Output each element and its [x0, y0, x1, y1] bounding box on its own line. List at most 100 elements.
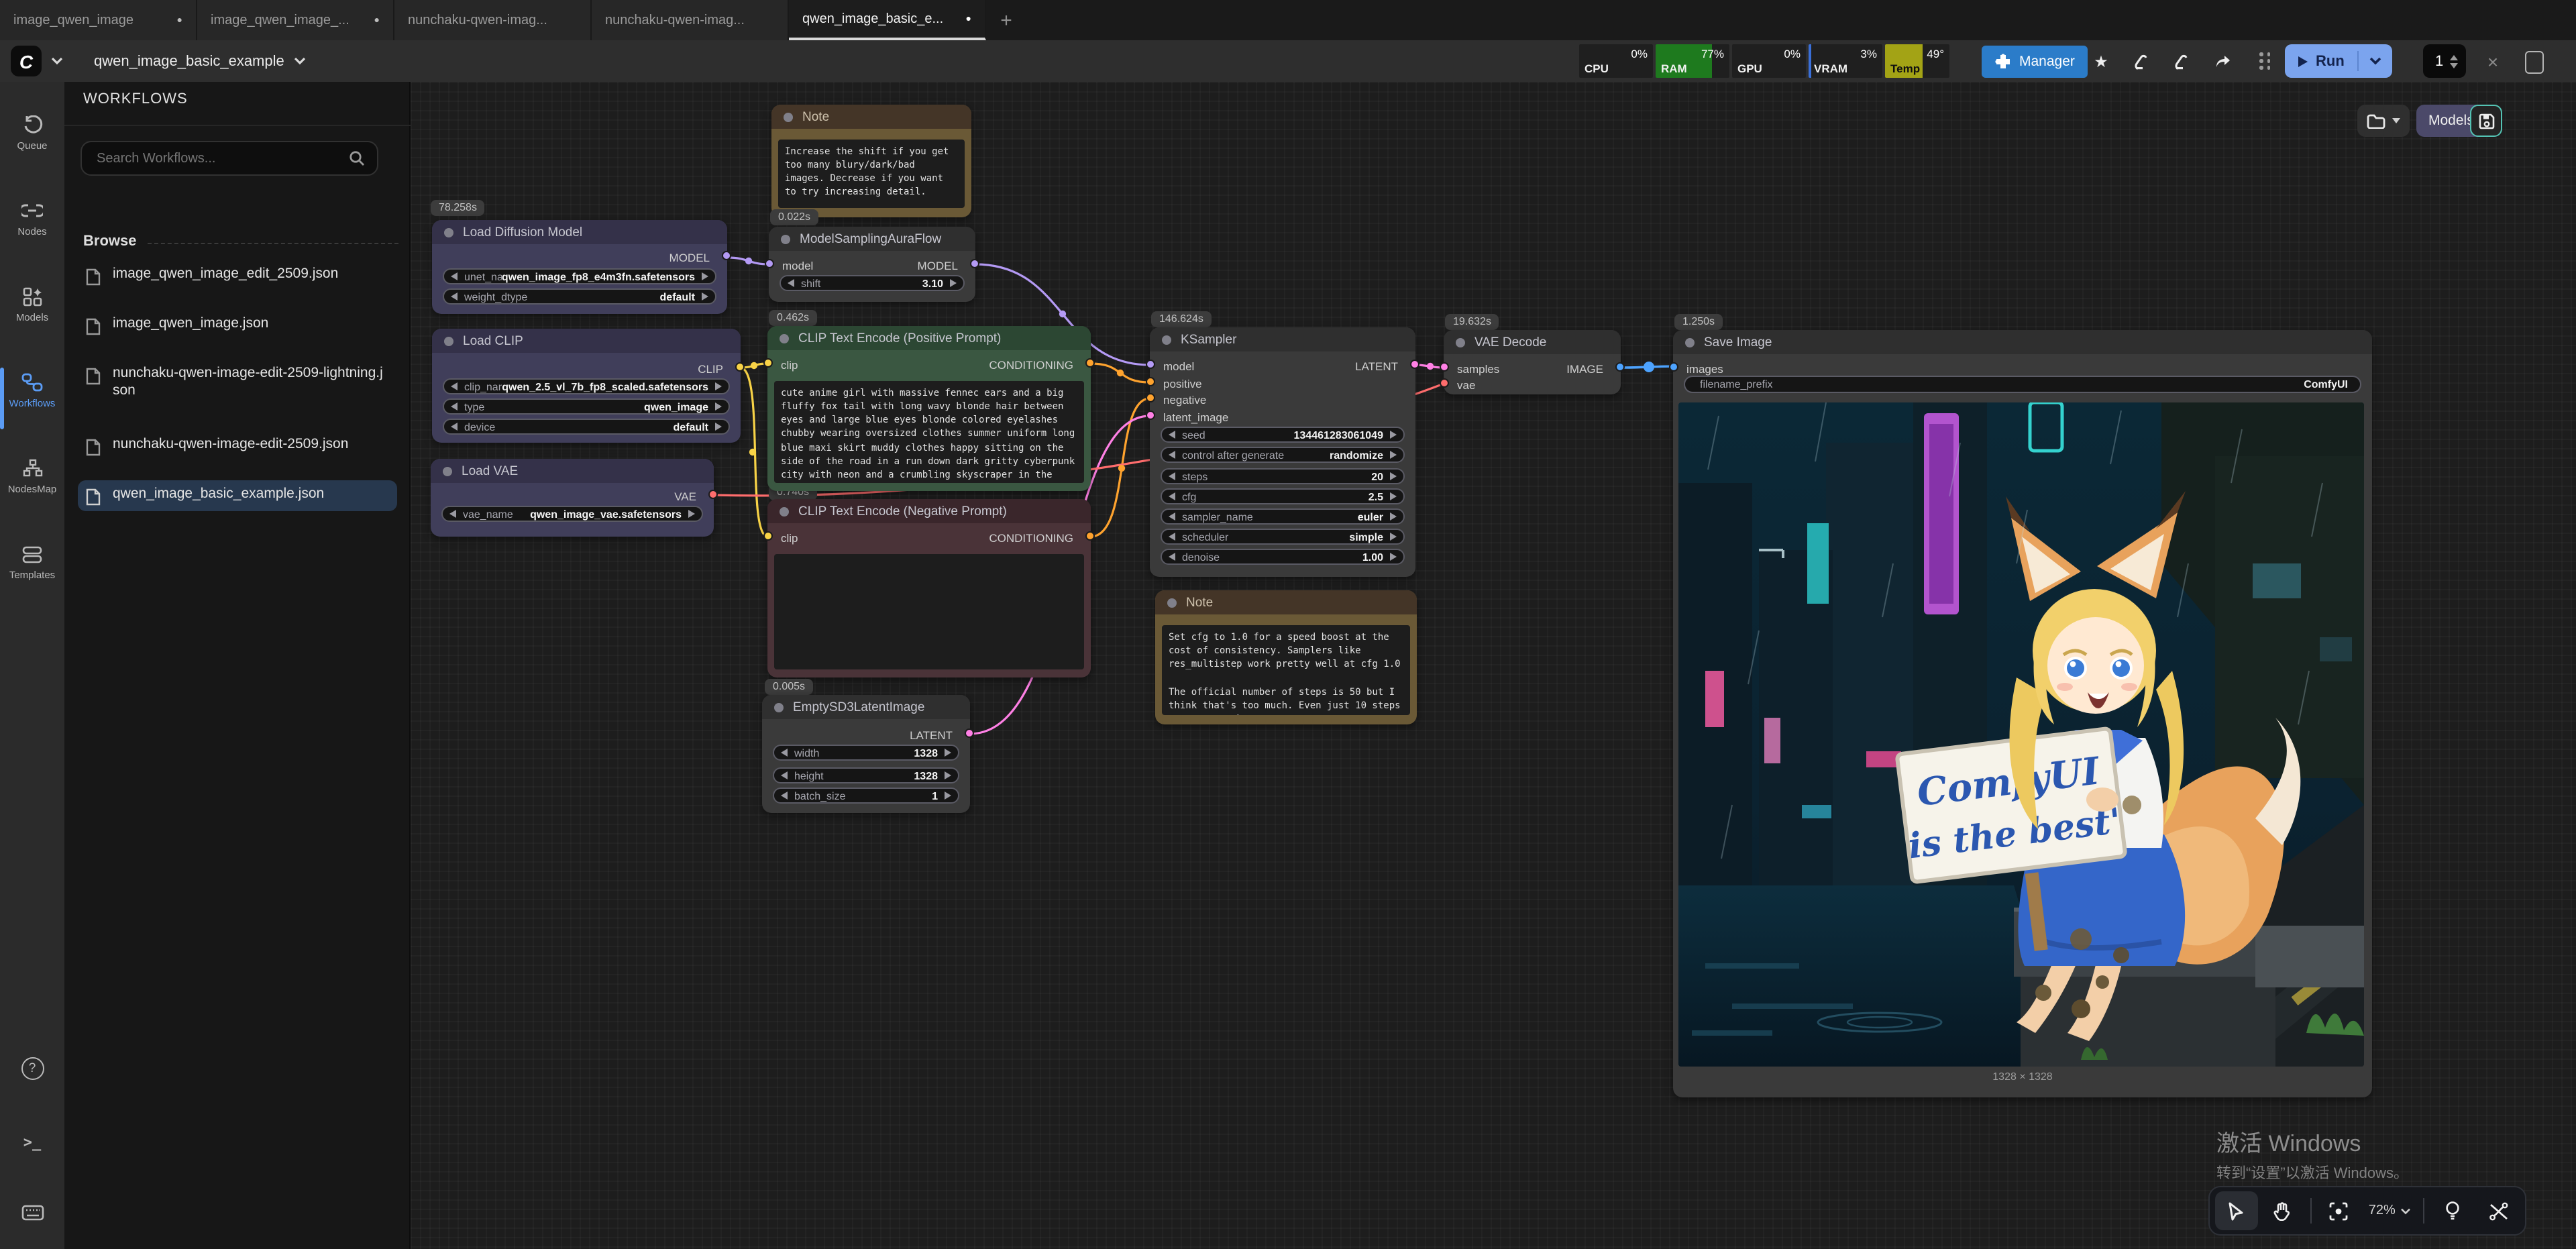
workflow-name-menu[interactable]: qwen_image_basic_example [94, 40, 306, 82]
output-pin-latent[interactable] [1410, 360, 1419, 369]
collapse-dot-icon[interactable] [780, 506, 789, 516]
widget-clip-name[interactable]: clip_name qwen_2.5_vl_7b_fp8_scaled.safe… [443, 378, 730, 394]
node-header[interactable]: CLIP Text Encode (Positive Prompt) [767, 326, 1091, 350]
widget-vae-name[interactable]: vae_name qwen_image_vae.safetensors [441, 506, 703, 522]
workflow-file-item[interactable]: image_qwen_image_edit_2509.json [78, 260, 397, 291]
sidebar-item-queue[interactable]: Queue [0, 113, 64, 152]
collapse-dot-icon[interactable] [781, 234, 790, 243]
queue-panel-toggle-button[interactable] [2525, 51, 2544, 74]
output-pin-image[interactable] [1615, 362, 1625, 372]
output-pin-model[interactable] [722, 251, 731, 260]
node-header[interactable]: EmptySD3LatentImage [762, 695, 970, 719]
batch-count-stepper[interactable]: 1 [2423, 44, 2466, 78]
help-button[interactable]: ? [0, 1056, 64, 1080]
node-load-vae[interactable]: Load VAE VAE vae_name qwen_image_vae.saf… [431, 459, 714, 537]
stepper-arrows[interactable] [2450, 54, 2458, 68]
node-note-cfg[interactable]: Note Set cfg to 1.0 for a speed boost at… [1155, 590, 1417, 724]
widget-device[interactable]: device default [443, 419, 730, 435]
output-pin-conditioning[interactable] [1085, 358, 1095, 368]
shortcuts-button[interactable] [0, 1201, 64, 1225]
positive-prompt-textarea[interactable]: cute anime girl with massive fennec ears… [774, 381, 1084, 483]
comfyui-logo[interactable]: C [11, 46, 42, 76]
node-header[interactable]: VAE Decode [1444, 330, 1621, 354]
node-ksampler[interactable]: KSampler model positive negative latent_… [1150, 327, 1415, 577]
node-model-sampling-auraflow[interactable]: ModelSamplingAuraFlow model MODEL shift … [769, 227, 975, 302]
node-clip-text-encode-positive[interactable]: CLIP Text Encode (Positive Prompt) clip … [767, 326, 1091, 491]
input-pin-positive[interactable] [1146, 377, 1155, 386]
workflow-file-item[interactable]: nunchaku-qwen-image-edit-2509-lightning.… [78, 360, 397, 406]
workflow-file-item[interactable]: image_qwen_image.json [78, 310, 397, 341]
collapse-dot-icon[interactable] [1456, 337, 1465, 347]
browse-section-label[interactable]: Browse [83, 233, 137, 250]
collapse-dot-icon[interactable] [1167, 598, 1177, 607]
collapse-dot-icon[interactable] [444, 227, 453, 237]
search-input[interactable] [94, 150, 349, 167]
sidebar-item-nodes[interactable]: Nodes [0, 199, 64, 237]
fit-view-button[interactable] [2318, 1191, 2361, 1230]
workflow-file-item[interactable]: nunchaku-qwen-image-edit-2509.json [78, 431, 397, 461]
clean-cache-button[interactable] [2164, 46, 2199, 78]
sidebar-item-workflows-active[interactable]: Workflows [0, 370, 64, 409]
toggle-theme-button[interactable] [2432, 1191, 2475, 1230]
input-pin-images[interactable] [1669, 362, 1678, 372]
tab-nunchaku[interactable]: nunchaku-qwen-imag... [592, 0, 789, 40]
favorites-star-button[interactable]: ★ [2084, 46, 2118, 78]
widget-scheduler[interactable]: scheduler simple [1161, 529, 1405, 545]
widget-steps[interactable]: steps 20 [1161, 468, 1405, 484]
interrupt-button[interactable]: × [2475, 46, 2510, 78]
widget-sampler-name[interactable]: sampler_name euler [1161, 508, 1405, 525]
tab-nunchaku-lightning[interactable]: nunchaku-qwen-imag... [394, 0, 592, 40]
widget-width[interactable]: width 1328 [773, 745, 959, 761]
tab-qwen-image-basic-example-active[interactable]: qwen_image_basic_e... ● [789, 0, 986, 40]
widget-weight-dtype[interactable]: weight_dtype default [443, 288, 716, 305]
node-vae-decode[interactable]: VAE Decode samples vae IMAGE [1444, 330, 1621, 394]
output-pin-model[interactable] [970, 259, 979, 268]
input-pin-clip[interactable] [763, 358, 773, 368]
new-tab-button[interactable]: + [986, 0, 1026, 40]
clean-vram-button[interactable] [2124, 46, 2159, 78]
input-pin-model[interactable] [765, 259, 774, 268]
widget-control-after-generate[interactable]: control after generate randomize [1161, 447, 1405, 463]
node-header[interactable]: Load Diffusion Model [432, 220, 727, 244]
node-save-image[interactable]: Save Image images filename_prefix ComfyU… [1673, 330, 2372, 1097]
widget-shift[interactable]: shift 3.10 [780, 275, 965, 291]
widget-filename-prefix[interactable]: filename_prefix ComfyUI [1684, 376, 2361, 393]
widget-height[interactable]: height 1328 [773, 767, 959, 783]
node-load-diffusion-model[interactable]: Load Diffusion Model MODEL unet_na... qw… [432, 220, 727, 314]
node-header[interactable]: CLIP Text Encode (Negative Prompt) [767, 499, 1091, 523]
run-options-button[interactable] [2359, 44, 2393, 78]
zoom-level-dropdown[interactable]: 72% [2363, 1203, 2417, 1218]
pan-tool-button[interactable] [2261, 1191, 2304, 1230]
terminal-button[interactable]: >_ [0, 1130, 64, 1154]
tab-image-qwen-image-edit[interactable]: image_qwen_image_... ● [197, 0, 394, 40]
toggle-links-button[interactable] [2477, 1191, 2520, 1230]
output-pin-latent[interactable] [965, 728, 974, 738]
widget-denoise[interactable]: denoise 1.00 [1161, 549, 1405, 565]
generated-image-preview[interactable]: ComfyUI is the best' [1678, 402, 2364, 1067]
collapse-dot-icon[interactable] [780, 333, 789, 343]
input-pin-model[interactable] [1146, 360, 1155, 369]
input-pin-samples[interactable] [1440, 362, 1449, 372]
collapse-dot-icon[interactable] [1162, 335, 1171, 344]
run-button[interactable]: Run [2285, 44, 2393, 78]
widget-batch-size[interactable]: batch_size 1 [773, 788, 959, 804]
node-header[interactable]: Note [1155, 590, 1417, 614]
collapse-dot-icon[interactable] [784, 112, 793, 121]
collapse-dot-icon[interactable] [1685, 337, 1695, 347]
select-tool-button[interactable] [2215, 1191, 2258, 1230]
output-pin-conditioning[interactable] [1085, 531, 1095, 541]
input-pin-negative[interactable] [1146, 393, 1155, 402]
node-note-shift[interactable]: Note Increase the shift if you get too m… [771, 105, 971, 217]
input-pin-clip[interactable] [763, 531, 773, 541]
node-header[interactable]: ModelSamplingAuraFlow [769, 227, 975, 251]
note-text[interactable]: Increase the shift if you get too many b… [778, 140, 965, 208]
output-pin-clip[interactable] [735, 362, 745, 372]
widget-cfg[interactable]: cfg 2.5 [1161, 488, 1405, 504]
drag-handle-icon[interactable] [2259, 52, 2271, 69]
node-header[interactable]: KSampler [1150, 327, 1415, 351]
run-button-main[interactable]: Run [2285, 44, 2358, 78]
note-text[interactable]: Set cfg to 1.0 for a speed boost at the … [1162, 625, 1410, 715]
input-pin-vae[interactable] [1440, 378, 1449, 388]
widget-seed[interactable]: seed 134461283061049 [1161, 427, 1405, 443]
workflow-file-item-selected[interactable]: qwen_image_basic_example.json [78, 480, 397, 511]
